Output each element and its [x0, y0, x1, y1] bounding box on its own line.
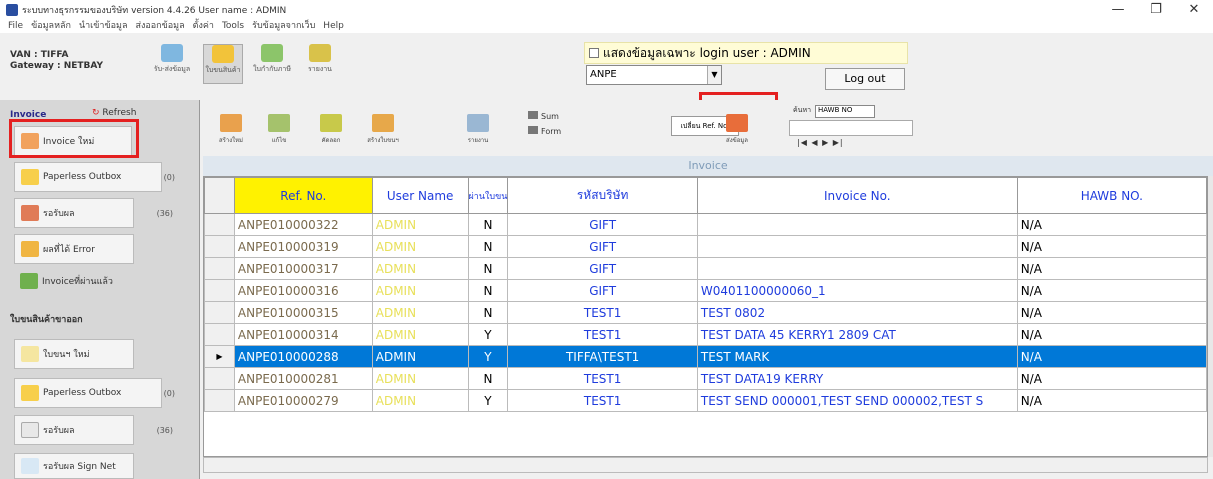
table-row[interactable]: ANPE010000319 ADMIN N GIFT N/A — [204, 235, 1207, 258]
declaration-button[interactable]: ใบขนสินค้า — [203, 44, 243, 84]
sidebar-item-paperless-outbox[interactable]: Paperless Outbox (0) — [14, 162, 175, 192]
refresh-icon: ↻ — [92, 108, 100, 118]
sum-option[interactable]: Sum — [528, 109, 561, 124]
error-icon — [21, 241, 39, 257]
edit-button[interactable]: แก้ไข — [259, 108, 299, 150]
menu-tools[interactable]: Tools — [222, 20, 244, 33]
sidebar-item-declaration-outbox[interactable]: Paperless Outbox (0) — [14, 378, 175, 408]
close-button[interactable]: ✕ — [1175, 0, 1213, 20]
record-navigation[interactable]: |◀ ◀ ▶ ▶| — [797, 138, 844, 147]
printer-icon — [467, 113, 489, 132]
col-passed[interactable]: ผ่านใบขน — [467, 177, 509, 214]
chevron-down-icon: ▼ — [707, 66, 721, 84]
outbox-icon — [21, 385, 39, 401]
sidebar-item-new-declaration[interactable]: ใบขนฯ ใหม่ — [14, 339, 134, 369]
selected-row-marker: ▶ — [204, 345, 235, 368]
menu-web-receive[interactable]: รับข้อมูลจากเว็บ — [252, 20, 315, 33]
report-button[interactable]: รายงาน — [300, 44, 340, 84]
search-input[interactable] — [789, 120, 913, 136]
main-panel: สร้างใหม่ แก้ไข คัดลอก สร้างใบขนฯ รายงาน… — [203, 100, 1213, 479]
create-declaration-button[interactable]: สร้างใบขนฯ — [363, 108, 403, 150]
checkbox-icon — [589, 48, 599, 58]
col-user-name[interactable]: User Name — [371, 177, 469, 214]
sticker-options: Sum Form — [528, 109, 561, 139]
check-icon — [20, 273, 38, 289]
search-field-dropdown[interactable]: HAWB NO — [815, 105, 875, 118]
new-document-icon — [21, 346, 39, 362]
app-icon — [6, 4, 18, 16]
document-icon — [261, 44, 283, 62]
col-hawb-no[interactable]: HAWB NO. — [1016, 177, 1207, 214]
row-header — [204, 177, 235, 214]
refresh-button[interactable]: ↻ Refresh — [92, 108, 136, 118]
copy-icon — [320, 113, 342, 132]
van-line: VAN : TIFFA — [10, 50, 69, 60]
col-ref-no[interactable]: Ref. No. — [233, 177, 373, 214]
send-icon — [726, 113, 748, 132]
col-invoice-no[interactable]: Invoice No. — [696, 177, 1018, 214]
table-row[interactable]: ANPE010000314 ADMIN Y TEST1 TEST DATA 45… — [204, 323, 1207, 346]
vertical-scrollbar[interactable] — [1208, 176, 1213, 457]
menu-import[interactable]: นำเข้าข้อมูล — [79, 20, 128, 33]
invoice-grid: Ref. No. User Name ผ่านใบขน รหัสบริษัท I… — [203, 176, 1208, 457]
window-title: ระบบทางธุรกรรมของบริษัท version 4.4.26 U… — [22, 6, 287, 16]
network-icon — [161, 44, 183, 62]
menu-help[interactable]: Help — [323, 20, 344, 33]
table-row[interactable]: ANPE010000279 ADMIN Y TEST1 TEST SEND 00… — [204, 389, 1207, 412]
waiting-icon — [21, 205, 39, 221]
sidebar-item-passed-invoice[interactable]: Invoiceที่ผ่านแล้ว — [14, 266, 134, 296]
highlight-new-invoice — [9, 119, 139, 158]
table-row[interactable]: ANPE010000322 ADMIN N GIFT N/A — [204, 213, 1207, 236]
barcode-icon — [528, 111, 538, 119]
maximize-button[interactable]: ❐ — [1137, 0, 1175, 20]
menu-settings[interactable]: ตั้งค่า — [193, 20, 214, 33]
table-row-selected[interactable]: ▶ ANPE010000288 ADMIN Y TIFFA\TEST1 TEST… — [204, 345, 1207, 368]
box-icon — [212, 45, 234, 63]
sidebar-item-declaration-awaiting[interactable]: รอรับผล (36) — [14, 415, 173, 445]
send-data-button[interactable]: ส่งข้อมูล — [707, 108, 767, 150]
declaration-section-title: ใบขนสินค้าขาออก — [10, 315, 83, 325]
tax-invoice-button[interactable]: ใบกำกับภาษี — [252, 44, 292, 84]
menu-export[interactable]: ส่งออกข้อมูล — [135, 20, 184, 33]
send-receive-button[interactable]: รับ-ส่งข้อมูล — [152, 44, 192, 84]
menu-file[interactable]: File — [8, 20, 23, 33]
barcode-icon — [528, 126, 538, 134]
report-icon — [309, 44, 331, 62]
report-print-button[interactable]: รายงาน — [458, 108, 498, 150]
col-company-code[interactable]: รหัสบริษัท — [507, 177, 698, 214]
van-info: VAN : TIFFA Gateway : NETBAY — [10, 50, 103, 72]
outbox-icon — [21, 169, 39, 185]
login-filter-checkbox[interactable]: แสดงข้อมูลเฉพาะ login user : ADMIN — [584, 42, 908, 64]
copy-button[interactable]: คัดลอก — [311, 108, 351, 150]
sidebar-item-awaiting-result[interactable]: รอรับผล (36) — [14, 198, 173, 228]
horizontal-scrollbar[interactable] — [203, 457, 1208, 473]
minimize-button[interactable]: — — [1099, 0, 1137, 20]
new-button[interactable]: สร้างใหม่ — [211, 108, 251, 150]
sidebar-item-signnet[interactable]: รอรับผล Sign Net — [14, 453, 134, 479]
company-dropdown[interactable]: ANPE ▼ — [586, 65, 722, 85]
waiting-icon — [21, 422, 39, 438]
search-label: ค้นหา — [793, 106, 812, 114]
signnet-icon — [21, 458, 39, 474]
table-row[interactable]: ANPE010000315 ADMIN N TEST1 TEST 0802 N/… — [204, 301, 1207, 324]
edit-icon — [268, 113, 290, 132]
table-row[interactable]: ANPE010000317 ADMIN N GIFT N/A — [204, 257, 1207, 280]
logout-button[interactable]: Log out — [825, 68, 905, 90]
menu-master-data[interactable]: ข้อมูลหลัก — [31, 20, 71, 33]
table-row[interactable]: ANPE010000316 ADMIN N GIFT W040110000006… — [204, 279, 1207, 302]
gateway-line: Gateway : NETBAY — [10, 61, 104, 71]
form-option[interactable]: Form — [528, 124, 561, 139]
new-icon — [220, 113, 242, 132]
table-row[interactable]: ANPE010000281 ADMIN N TEST1 TEST DATA19 … — [204, 367, 1207, 390]
title-bar: ระบบทางธุรกรรมของบริษัท version 4.4.26 U… — [0, 0, 1213, 20]
create-declaration-icon — [372, 113, 394, 132]
menu-bar: File ข้อมูลหลัก นำเข้าข้อมูล ส่งออกข้อมู… — [0, 20, 1213, 33]
sidebar-item-error[interactable]: ผลที่ได้ Error — [14, 234, 134, 264]
grid-title: Invoice — [203, 156, 1213, 176]
